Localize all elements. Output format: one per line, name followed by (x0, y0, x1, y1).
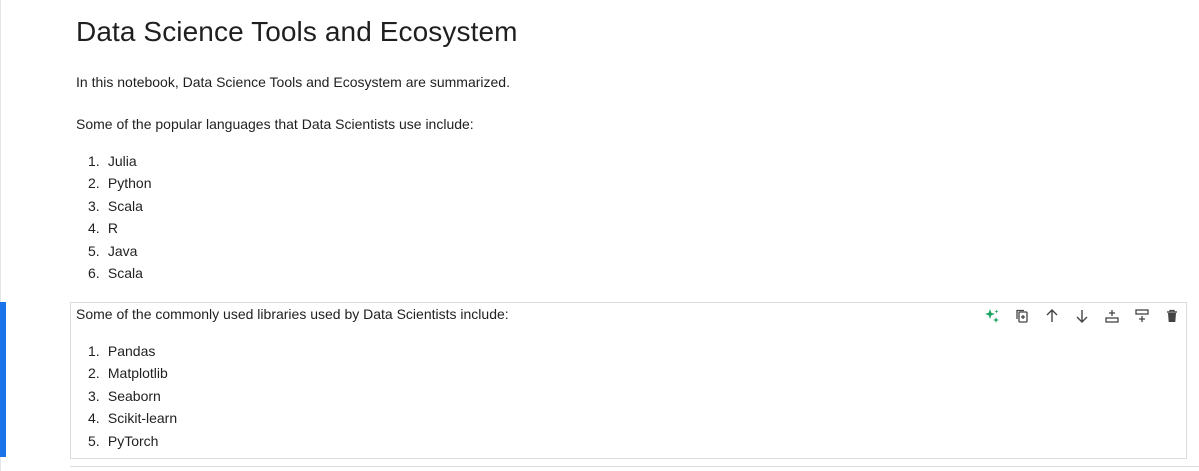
active-cell-indicator (0, 302, 6, 457)
move-down-icon[interactable] (1072, 306, 1092, 326)
ai-sparkle-icon[interactable] (982, 306, 1002, 326)
libraries-list: 1. Pandas 2. Matplotlib 3. Seaborn 4. Sc… (88, 340, 177, 452)
intro-text: In this notebook, Data Science Tools and… (76, 74, 510, 90)
languages-intro: Some of the popular languages that Data … (76, 116, 474, 132)
languages-list: 1. Julia 2. Python 3. Scala 4. R 5. Java… (88, 150, 151, 284)
list-item: 4. Scikit-learn (88, 410, 178, 427)
list-item: 5. Java (88, 242, 138, 259)
page-title: Data Science Tools and Ecosystem (76, 16, 518, 47)
list-item: 3. Seaborn (88, 387, 161, 404)
list-item: 3. Scala (88, 197, 143, 214)
insert-above-icon[interactable] (1102, 306, 1122, 326)
cell-toolbar (982, 306, 1182, 326)
delete-icon[interactable] (1162, 306, 1182, 326)
move-up-icon[interactable] (1042, 306, 1062, 326)
list-item: 4. R (88, 220, 119, 237)
cell-divider (70, 466, 1199, 467)
libraries-intro[interactable]: Some of the commonly used libraries used… (76, 306, 509, 322)
list-item: 6. Scala (88, 264, 143, 281)
list-item: 2. Matplotlib (88, 365, 168, 382)
insert-below-icon[interactable] (1132, 306, 1152, 326)
list-item: 1. Julia (88, 153, 137, 169)
notebook-page: Data Science Tools and Ecosystem In this… (0, 0, 1199, 471)
list-item: 1. Pandas (88, 343, 156, 359)
duplicate-icon[interactable] (1012, 306, 1032, 326)
list-item: 5. PyTorch (88, 432, 159, 449)
list-item: 2. Python (88, 175, 152, 192)
